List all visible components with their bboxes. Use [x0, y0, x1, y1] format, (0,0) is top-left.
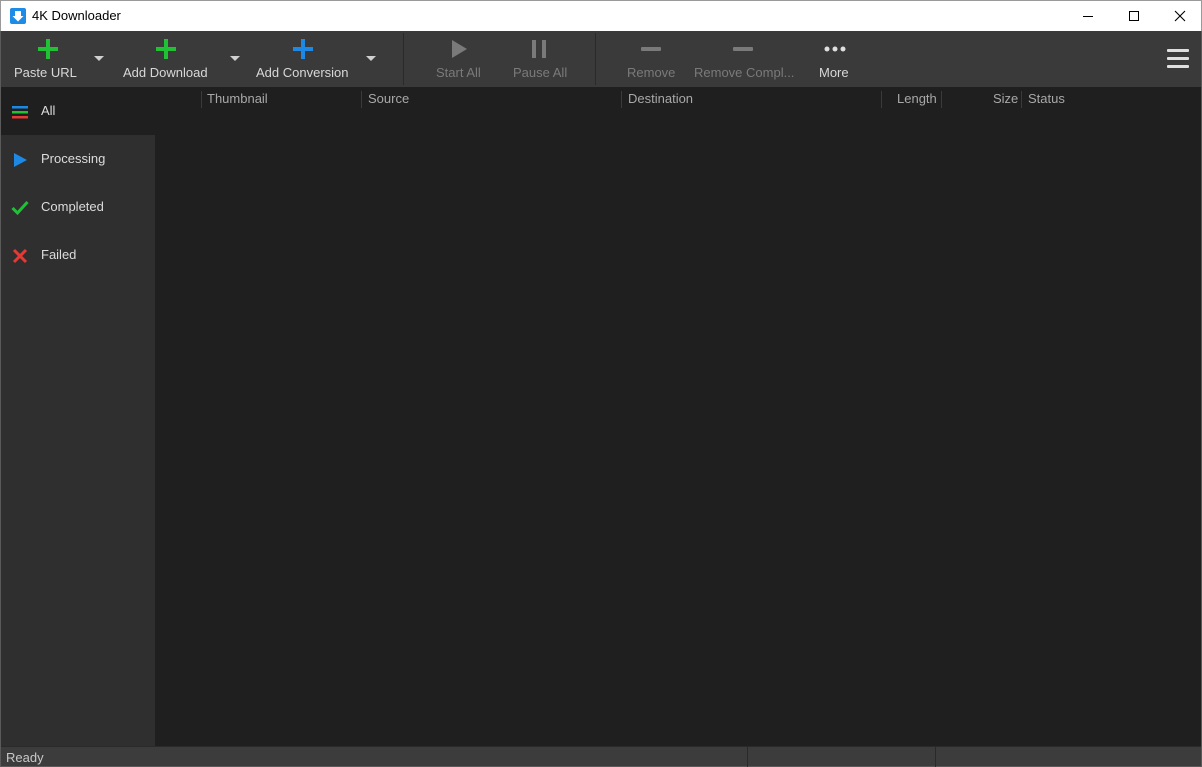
sidebar-item-label: Failed — [41, 247, 77, 262]
column-length[interactable]: Length — [897, 87, 937, 111]
start-all-button[interactable]: Start All — [431, 31, 491, 87]
add-download-button[interactable]: Add Download — [117, 31, 217, 87]
status-bar-divider — [747, 747, 748, 767]
minus-icon — [733, 47, 753, 51]
check-icon — [11, 200, 29, 216]
paste-url-button[interactable]: Paste URL — [7, 31, 87, 87]
column-divider[interactable] — [201, 91, 202, 108]
more-label: More — [819, 65, 849, 80]
pause-icon — [532, 40, 546, 58]
sidebar-item-completed[interactable]: Completed — [1, 183, 155, 231]
toolbar-separator — [595, 33, 596, 85]
sidebar-item-label: Processing — [41, 151, 106, 166]
sidebar-item-label: Completed — [41, 199, 104, 214]
toolbar-separator — [403, 33, 404, 85]
list-icon — [12, 106, 28, 119]
column-status[interactable]: Status — [1028, 87, 1065, 111]
play-icon — [452, 40, 467, 58]
column-source[interactable]: Source — [368, 87, 409, 111]
add-conversion-dropdown-icon[interactable] — [366, 56, 376, 61]
pause-all-label: Pause All — [513, 65, 568, 80]
window-title: 4K Downloader — [32, 8, 121, 23]
cross-icon — [12, 248, 28, 264]
remove-completed-label: Remove Compl... — [694, 65, 795, 80]
hamburger-menu-icon[interactable] — [1167, 49, 1189, 69]
column-destination[interactable]: Destination — [628, 87, 693, 111]
play-icon — [14, 153, 27, 167]
plus-icon — [38, 39, 58, 59]
title-bar: 4K Downloader — [0, 0, 1202, 31]
remove-button[interactable]: Remove — [621, 31, 681, 87]
more-dots-icon — [824, 46, 846, 52]
sidebar: All Processing Completed Failed — [1, 87, 155, 746]
more-button[interactable]: More — [813, 31, 857, 87]
close-button[interactable] — [1157, 1, 1202, 31]
download-list[interactable] — [155, 111, 1201, 746]
sidebar-item-label: All — [41, 103, 56, 118]
sidebar-item-all[interactable]: All — [1, 87, 155, 135]
status-bar-divider — [935, 747, 936, 767]
column-size[interactable]: Size — [993, 87, 1018, 111]
paste-url-dropdown-icon[interactable] — [94, 56, 104, 61]
column-divider[interactable] — [621, 91, 622, 108]
column-divider[interactable] — [881, 91, 882, 108]
paste-url-label: Paste URL — [14, 65, 77, 80]
pause-all-button[interactable]: Pause All — [507, 31, 571, 87]
add-conversion-button[interactable]: Add Conversion — [251, 31, 357, 87]
column-header: Thumbnail Source Destination Length Size… — [155, 87, 1201, 111]
plus-icon — [293, 39, 313, 59]
minus-icon — [641, 47, 661, 51]
toolbar: Paste URL Add Download Add Conversion St… — [1, 31, 1201, 87]
column-divider[interactable] — [941, 91, 942, 108]
start-all-label: Start All — [436, 65, 481, 80]
main-window: Paste URL Add Download Add Conversion St… — [0, 31, 1202, 767]
sidebar-item-failed[interactable]: Failed — [1, 231, 155, 279]
status-bar: Ready — [1, 746, 1201, 767]
remove-label: Remove — [627, 65, 676, 80]
column-thumbnail[interactable]: Thumbnail — [207, 87, 268, 111]
add-conversion-label: Add Conversion — [256, 65, 349, 80]
add-download-label: Add Download — [123, 65, 208, 80]
column-divider[interactable] — [1021, 91, 1022, 108]
plus-icon — [156, 39, 176, 59]
add-download-dropdown-icon[interactable] — [230, 56, 240, 61]
status-text: Ready — [6, 750, 44, 765]
app-logo-icon — [10, 8, 26, 24]
sidebar-item-processing[interactable]: Processing — [1, 135, 155, 183]
maximize-button[interactable] — [1111, 1, 1157, 31]
column-divider[interactable] — [361, 91, 362, 108]
minimize-button[interactable] — [1065, 1, 1111, 31]
remove-completed-button[interactable]: Remove Compl... — [689, 31, 797, 87]
